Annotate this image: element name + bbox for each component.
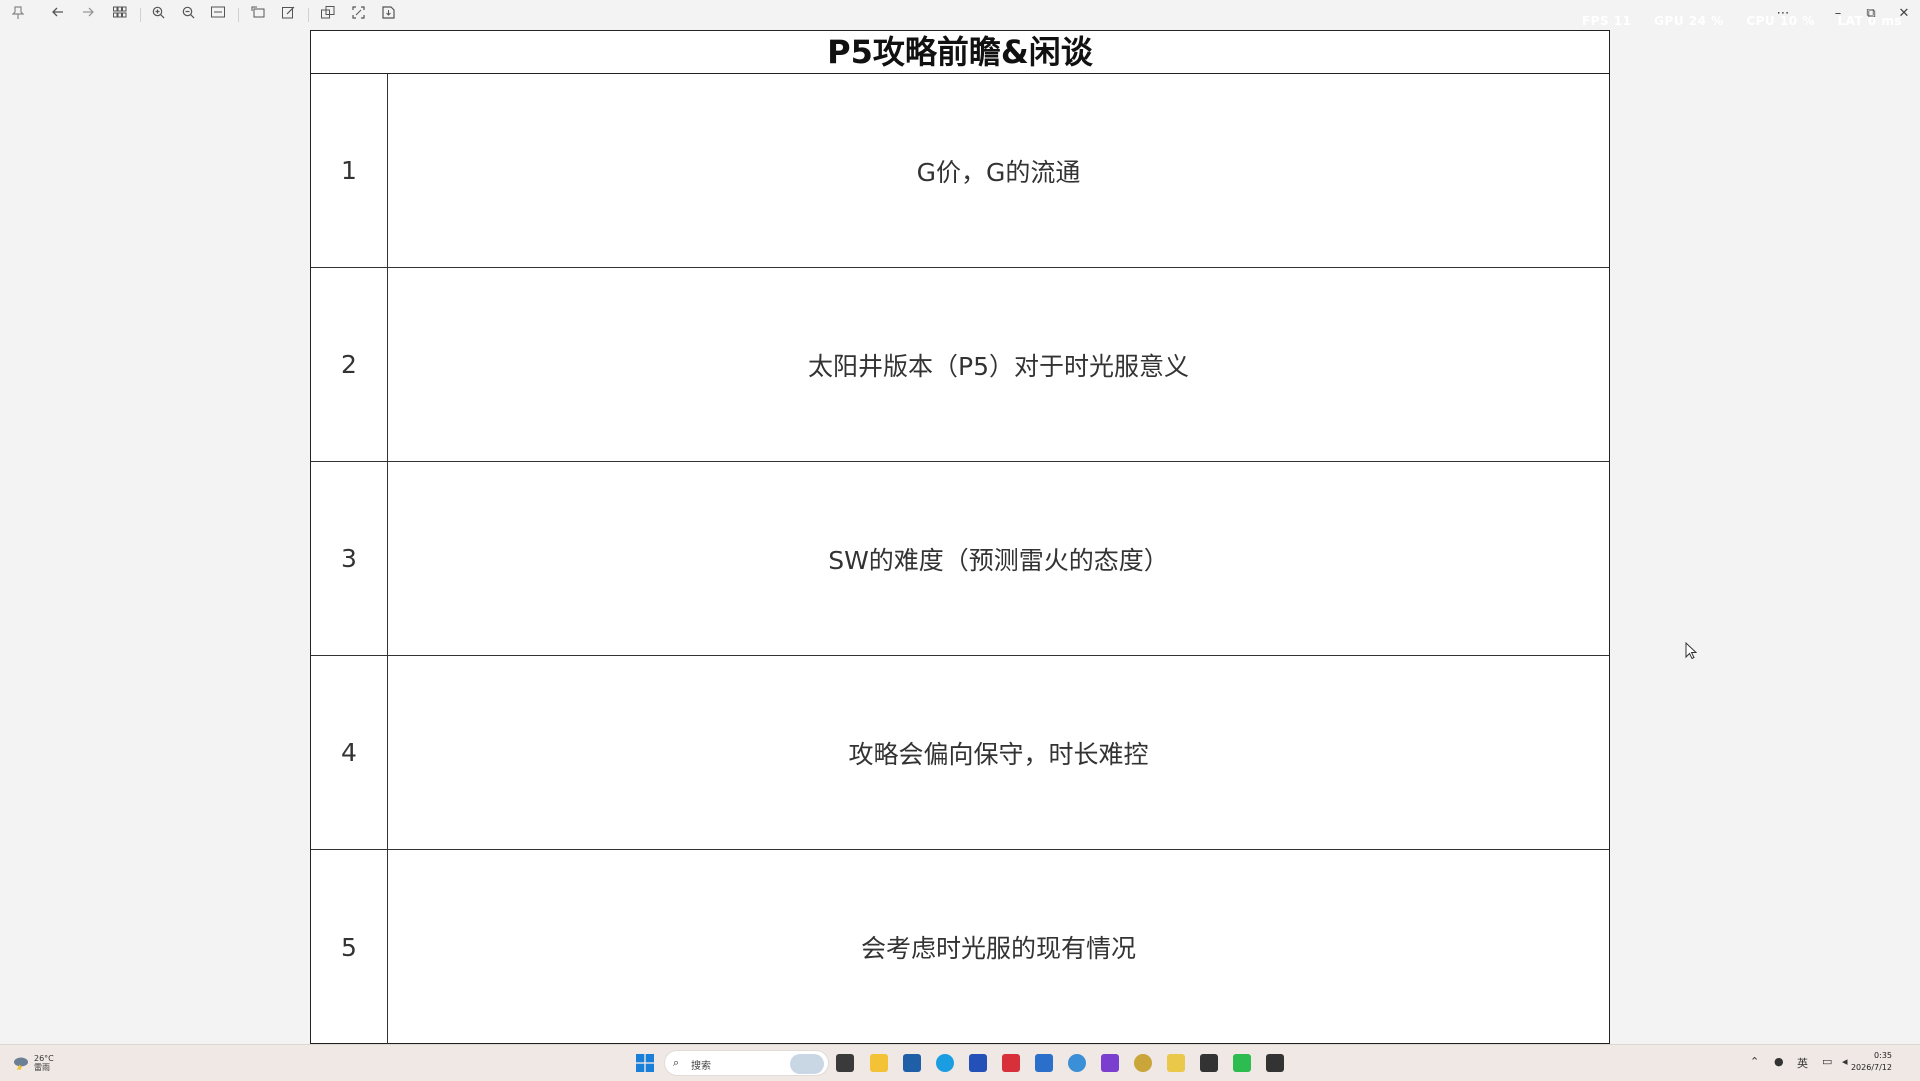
performance-overlay: FPS 11 GPU 24 % CPU 10 % LAT 0 ms — [1564, 14, 1902, 30]
zoom-in-icon[interactable] — [148, 6, 168, 24]
toolbar-divider — [238, 8, 239, 22]
fps-readout: FPS 11 — [1581, 14, 1632, 28]
grid-view-icon[interactable] — [110, 6, 130, 24]
forward-icon[interactable] — [78, 6, 98, 24]
owl-app-icon[interactable] — [1167, 1054, 1185, 1072]
clock-date: 2026/7/12 — [1850, 1063, 1892, 1072]
fit-width-icon[interactable] — [208, 6, 228, 24]
agenda-table: 1 G价，G的流通 2 太阳井版本（P5）对于时光服意义 3 SW的难度（预测雷… — [311, 74, 1609, 1044]
microphone-icon[interactable]: ● — [1774, 1055, 1784, 1068]
task-view-icon[interactable] — [836, 1054, 854, 1072]
store-icon[interactable] — [903, 1054, 921, 1072]
taskbar-search[interactable]: ⌕ 搜索 — [664, 1050, 829, 1076]
row-text: 会考虑时光服的现有情况 — [860, 934, 1136, 963]
weather-description: 雷雨 — [34, 1063, 50, 1072]
document-title: P5攻略前瞻&闲谈 — [311, 31, 1609, 74]
weather-temperature: 26°C — [34, 1054, 54, 1063]
screenshot-icon[interactable] — [348, 6, 368, 24]
close-icon[interactable]: ✕ — [1893, 4, 1915, 24]
editor-app-icon[interactable] — [969, 1054, 987, 1072]
network-icon[interactable]: ▭ — [1822, 1055, 1832, 1068]
rotate-icon[interactable] — [248, 6, 268, 24]
gpu-readout: GPU 24 % — [1654, 14, 1724, 28]
row-text: 太阳井版本（P5）对于时光服意义 — [808, 351, 1189, 381]
row-text: G价，G的流通 — [916, 157, 1081, 187]
taskbar: 26°C 雷雨 ⌕ 搜索 ⌃ ● 英 ▭ ◂ 0:35 2026/7/12 — [0, 1044, 1920, 1081]
browser-app-icon[interactable] — [1068, 1054, 1086, 1072]
mouse-cursor-icon — [1685, 641, 1698, 660]
search-placeholder: 搜索 — [691, 1061, 711, 1072]
arc-app-icon[interactable] — [1101, 1054, 1119, 1072]
table-row: 3 SW的难度（预测雷火的态度） — [311, 462, 1609, 656]
system-clock[interactable]: 0:35 2026/7/12 — [1851, 1050, 1892, 1074]
file-explorer-icon[interactable] — [870, 1054, 888, 1072]
edit-icon[interactable] — [278, 6, 298, 24]
table-row: 4 攻略会偏向保守，时长难控 — [311, 656, 1609, 850]
obs-app-icon[interactable] — [1200, 1054, 1218, 1072]
more-options-icon[interactable]: ⋯ — [1772, 4, 1794, 24]
restore-icon[interactable]: ⧉ — [1860, 4, 1882, 24]
chevron-up-icon[interactable]: ⌃ — [1750, 1055, 1759, 1068]
document-page: P5攻略前瞻&闲谈 1 G价，G的流通 2 太阳井版本（P5）对于时光服意义 3… — [310, 30, 1610, 1044]
viewer-toolbar: FPS 11 GPU 24 % CPU 10 % LAT 0 ms ⋯ – ⧉ … — [0, 0, 1920, 30]
volume-icon[interactable]: ◂ — [1842, 1055, 1848, 1068]
back-icon[interactable] — [48, 6, 68, 24]
copy-icon[interactable] — [318, 6, 338, 24]
row-text: SW的难度（预测雷火的态度） — [828, 545, 1169, 575]
save-icon[interactable] — [378, 6, 398, 24]
weather-widget[interactable]: 26°C 雷雨 — [12, 1051, 54, 1075]
wow-app-icon[interactable] — [1134, 1054, 1152, 1072]
row-number: 3 — [311, 462, 388, 655]
input-language[interactable]: 英 — [1797, 1055, 1808, 1071]
table-row: 1 G价，G的流通 — [311, 74, 1609, 268]
minimize-icon[interactable]: – — [1827, 4, 1849, 24]
game-launcher-icon[interactable] — [1035, 1054, 1053, 1072]
pin-icon[interactable] — [8, 6, 28, 24]
zoom-out-icon[interactable] — [178, 6, 198, 24]
row-number: 4 — [311, 656, 388, 849]
clock-time: 0:35 — [1874, 1051, 1892, 1060]
edge-browser-icon[interactable] — [936, 1054, 954, 1072]
row-number: 2 — [311, 268, 388, 461]
row-number: 1 — [311, 74, 388, 267]
toolbar-divider — [308, 8, 309, 22]
wechat-icon[interactable] — [1233, 1054, 1251, 1072]
row-number: 5 — [311, 850, 388, 1044]
table-row: 2 太阳井版本（P5）对于时光服意义 — [311, 268, 1609, 462]
search-highlight-image — [790, 1054, 824, 1074]
recorder-app-icon[interactable] — [1266, 1054, 1284, 1072]
toolbar-divider — [140, 8, 141, 22]
security-app-icon[interactable] — [1002, 1054, 1020, 1072]
thunderstorm-icon — [14, 1057, 28, 1070]
row-text: 攻略会偏向保守，时长难控 — [848, 739, 1149, 769]
search-icon: ⌕ — [673, 1056, 680, 1069]
table-row: 5 会考虑时光服的现有情况 — [311, 850, 1609, 1044]
windows-start-icon[interactable] — [636, 1054, 654, 1072]
